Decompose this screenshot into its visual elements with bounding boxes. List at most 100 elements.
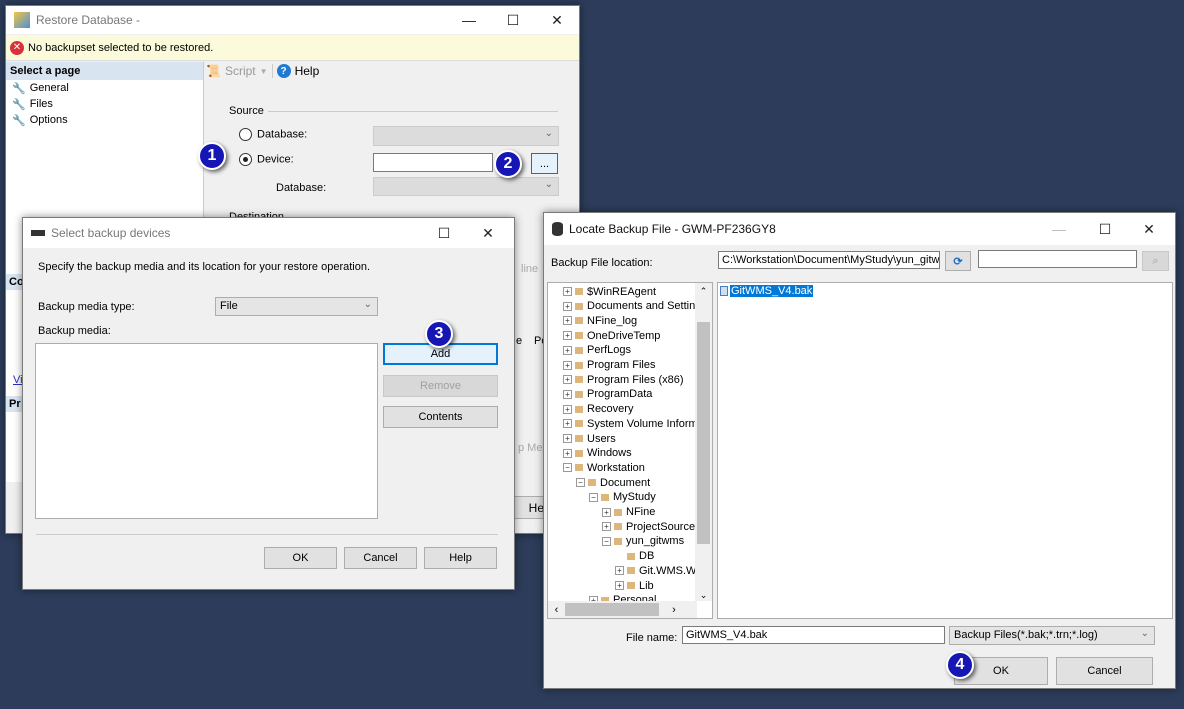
- device-field[interactable]: [373, 153, 493, 172]
- expand-icon[interactable]: +: [563, 301, 572, 311]
- scroll-left-arrow[interactable]: ‹: [548, 604, 565, 616]
- help-button[interactable]: Help: [424, 547, 497, 569]
- remove-button[interactable]: Remove: [383, 375, 498, 397]
- expand-icon[interactable]: +: [563, 419, 572, 429]
- file-item[interactable]: GitWMS_V4.bak: [720, 285, 814, 297]
- close-button[interactable]: ✕: [1127, 213, 1171, 245]
- expand-icon[interactable]: +: [563, 434, 572, 443]
- collapse-icon[interactable]: −: [589, 492, 598, 502]
- step-badge-2: 2: [494, 150, 522, 178]
- expand-icon[interactable]: +: [602, 507, 611, 517]
- page-files[interactable]: 🔧 Files: [6, 96, 203, 112]
- restore-app-icon: [14, 12, 30, 28]
- backup-media-list[interactable]: [35, 343, 378, 519]
- tree-item[interactable]: + Lib: [615, 578, 654, 593]
- script-dropdown-icon[interactable]: ▼: [260, 67, 268, 76]
- tree-item[interactable]: + Git.WMS.W: [615, 563, 696, 578]
- folder-icon: [575, 376, 583, 384]
- collapse-icon[interactable]: −: [576, 478, 585, 488]
- tree-item[interactable]: + PerfLogs: [563, 343, 631, 358]
- error-message: No backupset selected to be restored.: [28, 41, 214, 54]
- expand-icon[interactable]: +: [615, 581, 624, 590]
- ok-button[interactable]: OK: [264, 547, 337, 569]
- expand-icon[interactable]: +: [563, 331, 572, 341]
- tree-item[interactable]: − yun_gitwms: [602, 534, 684, 549]
- expand-icon[interactable]: +: [563, 404, 572, 414]
- page-label: General: [29, 82, 69, 94]
- expand-icon[interactable]: +: [563, 287, 572, 296]
- database-radio[interactable]: Database:: [239, 128, 307, 141]
- tree-item[interactable]: + Users: [563, 431, 616, 446]
- maximize-button[interactable]: ☐: [1083, 213, 1127, 245]
- folder-tree[interactable]: + $WinREAgent + Documents and Settin + NFine_…: [547, 282, 713, 619]
- collapse-icon[interactable]: −: [563, 463, 572, 473]
- tree-item[interactable]: + Recovery: [563, 402, 633, 417]
- partial-media-button[interactable]: p Me: [518, 442, 542, 454]
- horizontal-scroll-thumb[interactable]: [565, 603, 659, 616]
- script-icon: 📜: [206, 64, 221, 78]
- tree-line: [615, 552, 624, 561]
- tree-item[interactable]: + ProgramData: [563, 387, 652, 402]
- file-name-label: File name:: [626, 632, 678, 644]
- file-list[interactable]: GitWMS_V4.bak: [717, 282, 1173, 619]
- tree-item[interactable]: + $WinREAgent: [563, 284, 656, 299]
- help-button[interactable]: Help: [295, 64, 320, 78]
- scroll-up-arrow[interactable]: ⌃: [695, 283, 712, 300]
- scroll-right-arrow[interactable]: ›: [659, 604, 689, 616]
- tree-item[interactable]: + Windows: [563, 446, 632, 461]
- collapse-icon[interactable]: −: [602, 536, 611, 546]
- expand-icon[interactable]: +: [563, 316, 572, 326]
- tree-vertical-scrollbar[interactable]: ⌃ ⌄: [695, 283, 712, 601]
- location-field[interactable]: C:\Workstation\Document\MyStudy\yun_gitw…: [718, 251, 940, 269]
- tree-item[interactable]: − MyStudy: [589, 490, 656, 505]
- tree-item[interactable]: DB: [615, 549, 654, 564]
- tree-item[interactable]: + ProjectSource: [602, 519, 695, 534]
- minimize-button[interactable]: —: [447, 6, 491, 34]
- script-button[interactable]: Script: [225, 64, 256, 78]
- expand-icon[interactable]: +: [563, 389, 572, 399]
- tree-item[interactable]: + Documents and Settin: [563, 299, 695, 314]
- scroll-thumb[interactable]: [697, 322, 710, 544]
- expand-icon[interactable]: +: [602, 522, 611, 532]
- expand-icon[interactable]: +: [563, 448, 572, 458]
- tree-item[interactable]: − Workstation: [563, 460, 645, 475]
- target-database-combo[interactable]: ⌄: [373, 177, 559, 196]
- search-button[interactable]: ⌕: [1142, 251, 1169, 271]
- contents-button[interactable]: Contents: [383, 406, 498, 428]
- refresh-button[interactable]: ⟳: [945, 251, 971, 271]
- tree-item[interactable]: − Document: [576, 475, 650, 490]
- folder-icon: [614, 537, 622, 545]
- dialog-title: Select backup devices: [51, 226, 171, 240]
- cancel-button[interactable]: Cancel: [344, 547, 417, 569]
- file-name-field[interactable]: GitWMS_V4.bak: [682, 626, 945, 644]
- expand-icon[interactable]: +: [615, 566, 624, 576]
- cancel-button[interactable]: Cancel: [1056, 657, 1153, 685]
- tree-item[interactable]: + Program Files (x86): [563, 372, 684, 387]
- minimize-button[interactable]: —: [1037, 213, 1081, 245]
- close-button[interactable]: ✕: [535, 6, 579, 34]
- expand-icon[interactable]: +: [563, 375, 572, 385]
- device-radio[interactable]: Device:: [239, 153, 294, 166]
- search-field[interactable]: [978, 250, 1137, 268]
- tree-item[interactable]: + Program Files: [563, 358, 655, 373]
- page-options[interactable]: 🔧 Options: [6, 112, 203, 128]
- tree-item[interactable]: + NFine: [602, 505, 655, 520]
- browse-device-button[interactable]: ...: [531, 153, 558, 174]
- maximize-button[interactable]: ☐: [491, 6, 535, 34]
- expand-icon[interactable]: +: [563, 345, 572, 355]
- media-type-combo[interactable]: File ⌄: [215, 297, 378, 316]
- tree-item[interactable]: + OneDriveTemp: [563, 328, 660, 343]
- tree-item[interactable]: + System Volume Inform: [563, 416, 698, 431]
- tree-item[interactable]: + NFine_log: [563, 313, 637, 328]
- file-type-filter[interactable]: Backup Files(*.bak;*.trn;*.log) ⌄: [949, 626, 1155, 645]
- folder-icon: [575, 405, 583, 413]
- maximize-button[interactable]: ☐: [422, 218, 466, 248]
- tree-horizontal-scrollbar[interactable]: ‹ ›: [548, 601, 697, 618]
- tree-item-label: MyStudy: [613, 491, 656, 504]
- wrench-icon: 🔧: [12, 98, 26, 111]
- close-button[interactable]: ✕: [466, 218, 510, 248]
- expand-icon[interactable]: +: [563, 360, 572, 370]
- source-database-combo[interactable]: ⌄: [373, 126, 559, 146]
- scroll-down-arrow[interactable]: ⌄: [695, 590, 712, 601]
- page-general[interactable]: 🔧 General: [6, 80, 203, 96]
